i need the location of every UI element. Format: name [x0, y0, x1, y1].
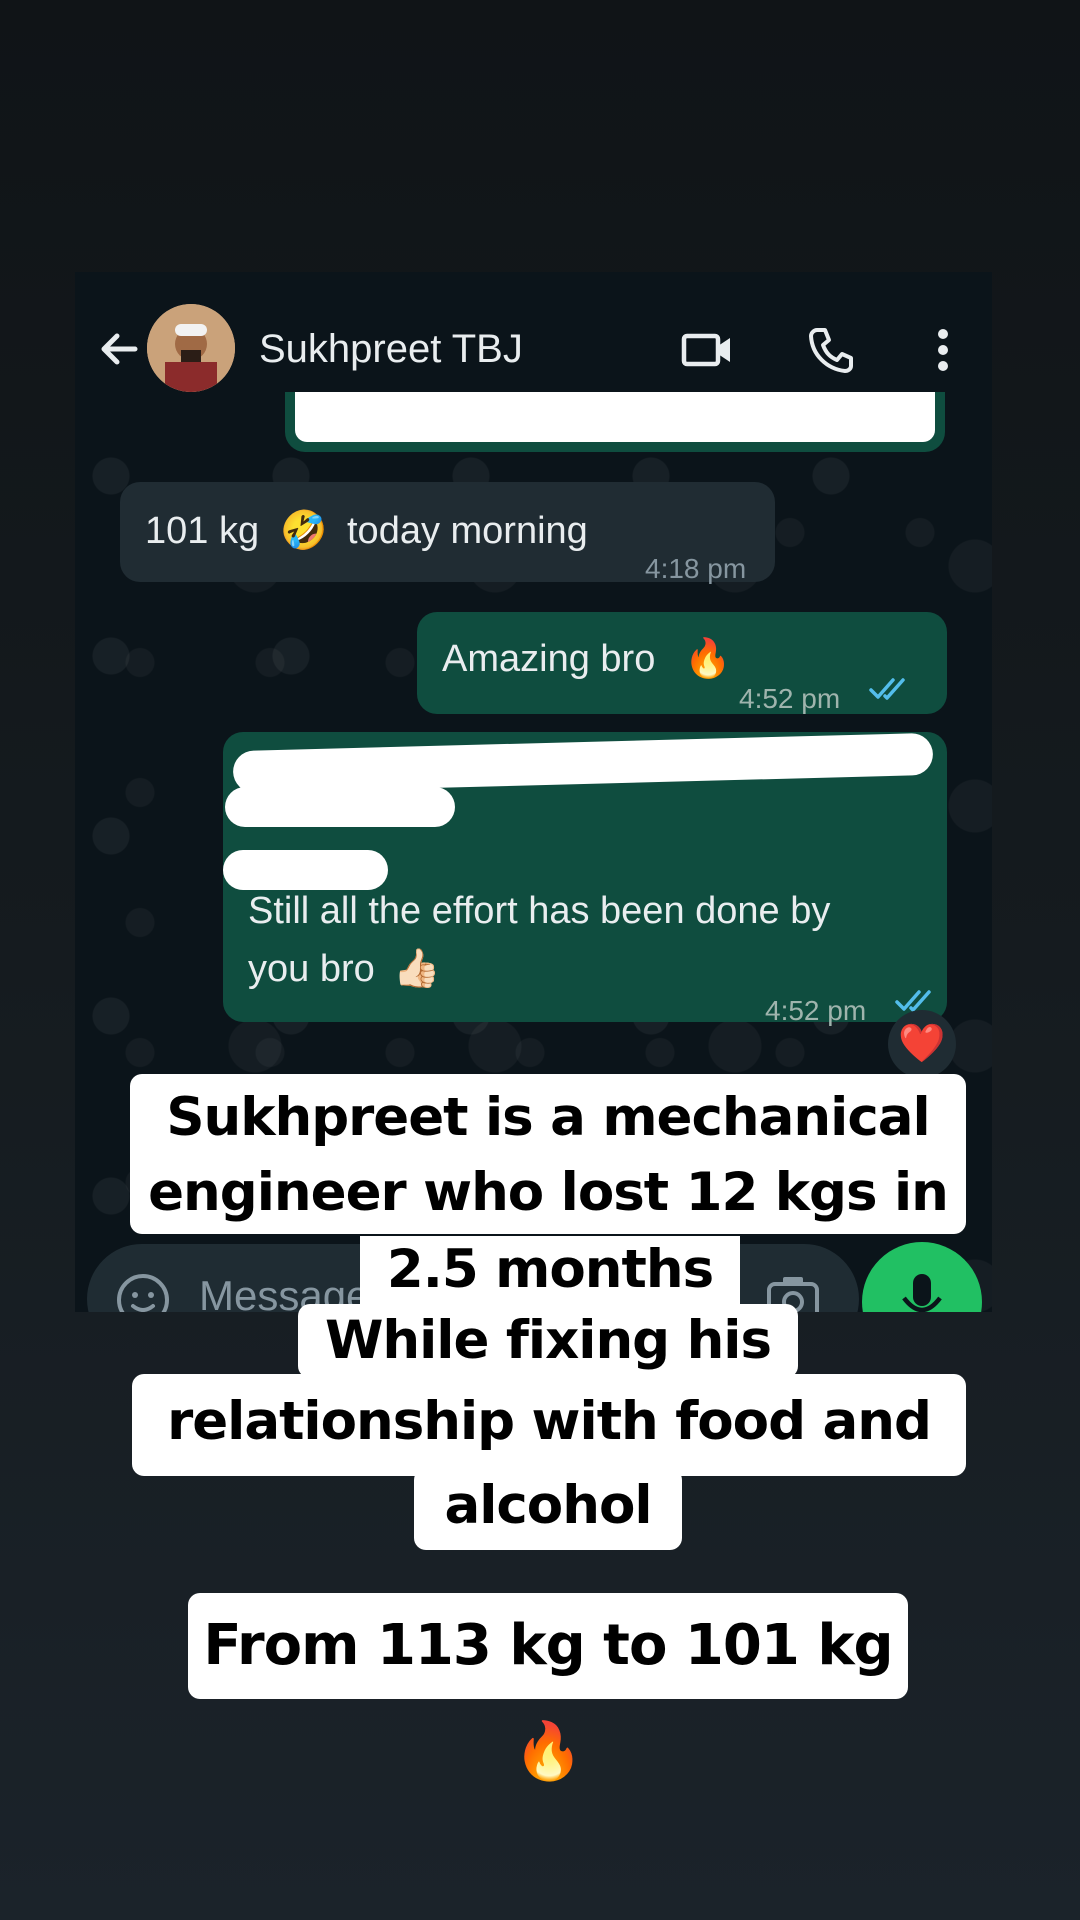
previous-message-cut: [285, 392, 945, 452]
more-options-icon[interactable]: [915, 322, 971, 378]
thumbs-up-emoji: 👍🏻: [393, 948, 441, 990]
heart-emoji: ❤️: [898, 1023, 946, 1065]
caption-line-3: 2.5 months: [360, 1236, 740, 1304]
message-text: Amazing bro: [442, 638, 656, 680]
video-call-icon[interactable]: [680, 322, 736, 378]
caption-text: While fixing his: [324, 1310, 772, 1371]
reaction-heart[interactable]: ❤️: [888, 1010, 956, 1078]
avatar-image: [147, 304, 235, 392]
rofl-emoji: 🤣: [280, 510, 328, 552]
message-outgoing[interactable]: Still all the effort has been done by yo…: [223, 732, 947, 1026]
caption-text: 2.5 months: [386, 1239, 714, 1300]
redacted-text: [232, 732, 934, 794]
avatar[interactable]: [147, 304, 235, 392]
caption-text: alcohol: [444, 1475, 652, 1536]
phone-call-icon[interactable]: [803, 322, 859, 378]
message-text-line1: Still all the effort has been done by: [248, 890, 831, 932]
caption-line-1-2: Sukhpreet is a mechanical engineer who l…: [130, 1074, 966, 1234]
message-text-after: today morning: [347, 510, 588, 552]
caption-text: From 113 kg to 101 kg🔥: [203, 1613, 893, 1784]
message-time: 4:52 pm: [739, 683, 841, 714]
caption-text: engineer who lost 12 kgs in: [148, 1162, 949, 1223]
message-incoming[interactable]: 101 kg 🤣 today morning 4:18 pm: [120, 482, 775, 584]
contact-name[interactable]: Sukhpreet TBJ: [259, 324, 523, 374]
caption-line-4: While fixing his: [298, 1304, 798, 1378]
mic-button[interactable]: [862, 1242, 982, 1312]
microphone-icon: [902, 1274, 942, 1312]
message-time: 4:18 pm: [645, 553, 747, 584]
redacted-text: [225, 787, 455, 827]
message-text-line2: you bro: [248, 948, 375, 990]
message-outgoing[interactable]: Amazing bro 🔥 4:52 pm: [417, 612, 947, 714]
previous-image-thumbnail: [295, 392, 935, 442]
caption-text: relationship with food and: [167, 1391, 932, 1452]
caption-weight-summary: From 113 kg to 101 kg🔥: [188, 1593, 908, 1784]
fire-emoji: 🔥: [684, 638, 732, 680]
caption-line-6: alcohol: [414, 1468, 682, 1550]
read-ticks-icon: [869, 678, 905, 700]
message-time: 4:52 pm: [765, 995, 867, 1026]
message-text: 101 kg: [145, 510, 260, 552]
sticker-icon[interactable]: [115, 1272, 171, 1312]
caption-text: Sukhpreet is a mechanical: [166, 1087, 930, 1148]
back-arrow-icon[interactable]: [95, 324, 145, 374]
caption-line-5: relationship with food and: [132, 1374, 966, 1476]
